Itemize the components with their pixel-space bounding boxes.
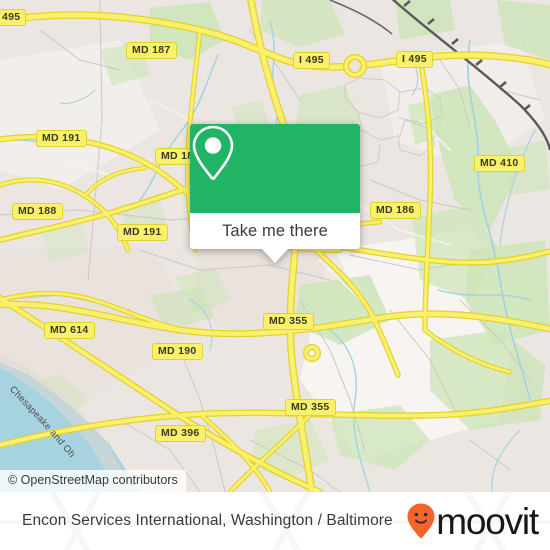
road-shield[interactable]: MD 191 [117,224,168,241]
road-shield[interactable]: I 495 [396,51,433,68]
map-screenshot: .rdc{fill:none;stroke:#e3d12f;stroke-lin… [0,0,550,550]
road-shield[interactable]: I 495 [293,52,330,69]
take-me-there-label: Take me there [222,221,328,240]
popup-pointer-tail [262,249,288,263]
road-shield[interactable]: MD 186 [370,202,421,219]
road-shield[interactable]: MD 188 [12,203,63,220]
svg-text:Chesapeake and Oh: Chesapeake and Oh [7,384,77,460]
road-shield[interactable]: MD 355 [285,399,336,416]
moovit-logo[interactable]: moovit [406,500,539,542]
road-shield[interactable]: MD 355 [263,313,314,330]
road-shield[interactable]: MD 614 [44,322,95,339]
waterway-label: Chesapeake and Oh [7,384,77,460]
road-shield[interactable]: 495 [0,9,27,26]
moovit-wordmark: moovit [436,500,539,542]
map-canvas[interactable]: .rdc{fill:none;stroke:#e3d12f;stroke-lin… [0,0,550,492]
location-popup-card[interactable]: Take me there [190,124,360,263]
road-shield[interactable]: MD 396 [155,425,206,442]
road-shield[interactable]: MD 190 [152,343,203,360]
osm-attribution[interactable]: © OpenStreetMap contributors [0,470,186,492]
road-shield[interactable]: MD 187 [126,42,177,59]
map-pin-icon [192,125,234,181]
road-shield[interactable]: MD 191 [36,130,87,147]
road-shield[interactable]: MD 410 [474,155,525,172]
footer-bar: Encon Services International, Washington… [0,492,550,550]
place-title: Encon Services International, Washington… [22,512,393,529]
popup-card-footer[interactable]: Take me there [190,213,360,263]
popup-card-header [190,124,360,213]
moovit-smiley-pin-icon [407,503,435,539]
